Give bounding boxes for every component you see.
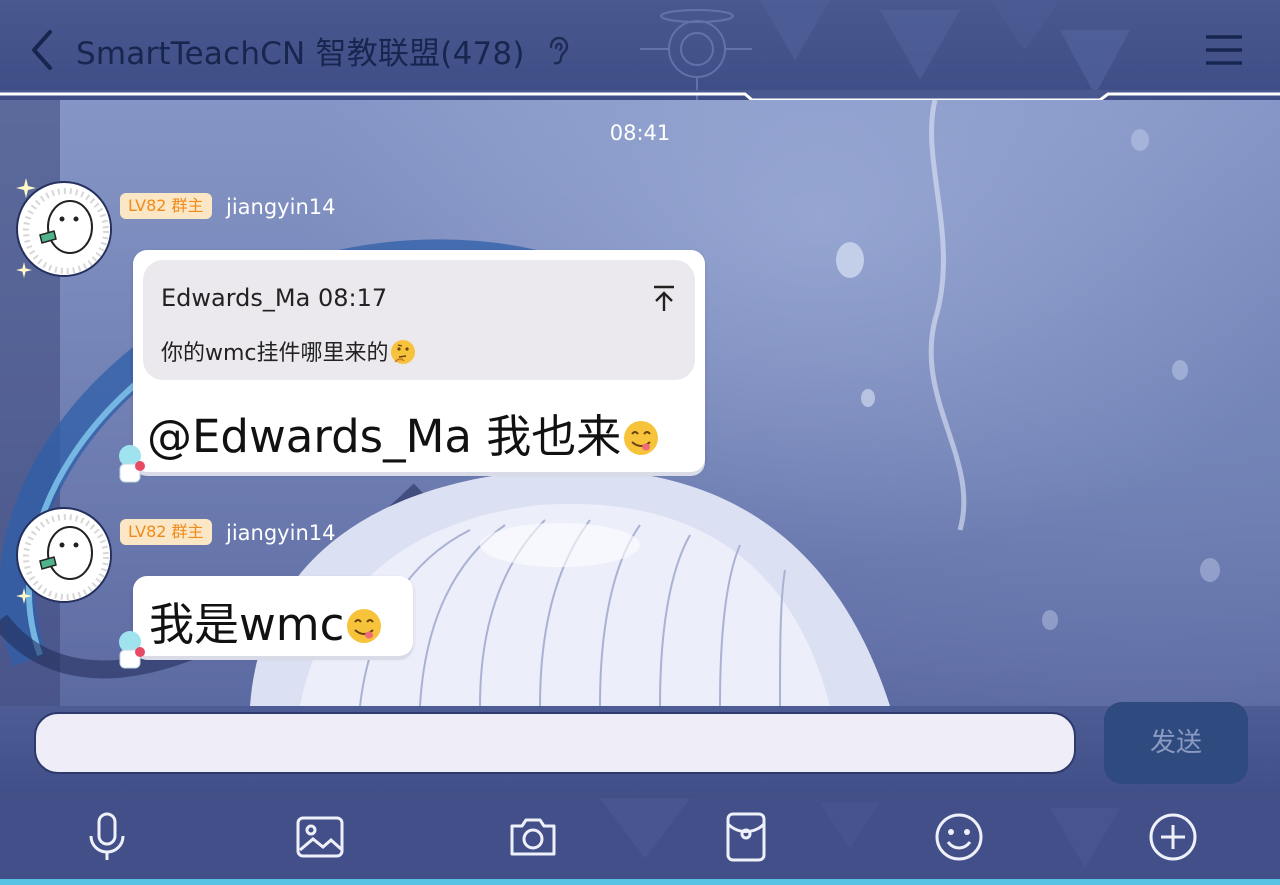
input-bar: 发送 — [0, 702, 1280, 798]
yum-face-emoji — [347, 609, 382, 643]
quote-text: 你的wmc挂件哪里来的 — [161, 335, 417, 367]
quote-text-content: 你的wmc挂件哪里来的 — [161, 341, 389, 366]
chat-header: SmartTeachCN 智教联盟(478) — [0, 0, 1280, 100]
emoji-icon[interactable] — [932, 810, 986, 864]
message-text: 我是wmc — [149, 588, 384, 653]
sender-name[interactable]: jiangyin14 — [226, 195, 335, 219]
bubble-pendant-figure — [119, 445, 145, 483]
quoted-message[interactable]: Edwards_Ma 08:17 你的wmc挂件哪里来的 — [143, 260, 695, 380]
message-text-content: @Edwards_Ma 我也来 — [147, 410, 622, 463]
sparkle-icon — [16, 178, 36, 198]
ear-icon[interactable] — [546, 36, 570, 66]
bottom-accent-strip — [0, 879, 1280, 885]
toolbar-decoration — [600, 798, 1120, 868]
message-text-content: 我是wmc — [149, 598, 345, 651]
chat-area[interactable]: 08:41 LV82 群主 jiangyin14 Edwards_Ma 08:1… — [0, 100, 1280, 706]
message-text: @Edwards_Ma 我也来 — [147, 400, 661, 465]
message-bubble[interactable]: Edwards_Ma 08:17 你的wmc挂件哪里来的 @Edwards_Ma… — [133, 250, 705, 472]
sparkle-icon — [16, 588, 32, 604]
microphone-icon[interactable] — [80, 810, 134, 864]
level-badge: LV82 群主 — [120, 193, 212, 219]
bottom-toolbar — [0, 798, 1280, 879]
yum-face-emoji — [624, 421, 659, 455]
header-divider — [0, 90, 1280, 100]
message-timestamp: 08:41 — [609, 121, 671, 145]
chat-title[interactable]: SmartTeachCN 智教联盟(478) — [76, 28, 525, 73]
level-badge: LV82 群主 — [120, 519, 212, 545]
image-icon[interactable] — [293, 810, 347, 864]
sender-name[interactable]: jiangyin14 — [226, 521, 335, 545]
menu-icon[interactable] — [1204, 32, 1244, 68]
avatar-sticker — [20, 511, 110, 601]
plus-icon[interactable] — [1146, 810, 1200, 864]
sparkle-icon — [16, 262, 32, 278]
thinking-face-emoji — [390, 340, 415, 364]
jump-to-top-icon[interactable] — [651, 284, 677, 312]
bubble-pendant-figure — [119, 631, 145, 669]
back-icon[interactable] — [26, 28, 60, 72]
quote-author: Edwards_Ma 08:17 — [161, 284, 388, 312]
message-bubble[interactable]: 我是wmc — [133, 576, 413, 656]
message-input[interactable] — [34, 712, 1076, 774]
camera-icon[interactable] — [506, 810, 560, 864]
send-button[interactable]: 发送 — [1104, 702, 1248, 784]
red-packet-icon[interactable] — [719, 810, 773, 864]
